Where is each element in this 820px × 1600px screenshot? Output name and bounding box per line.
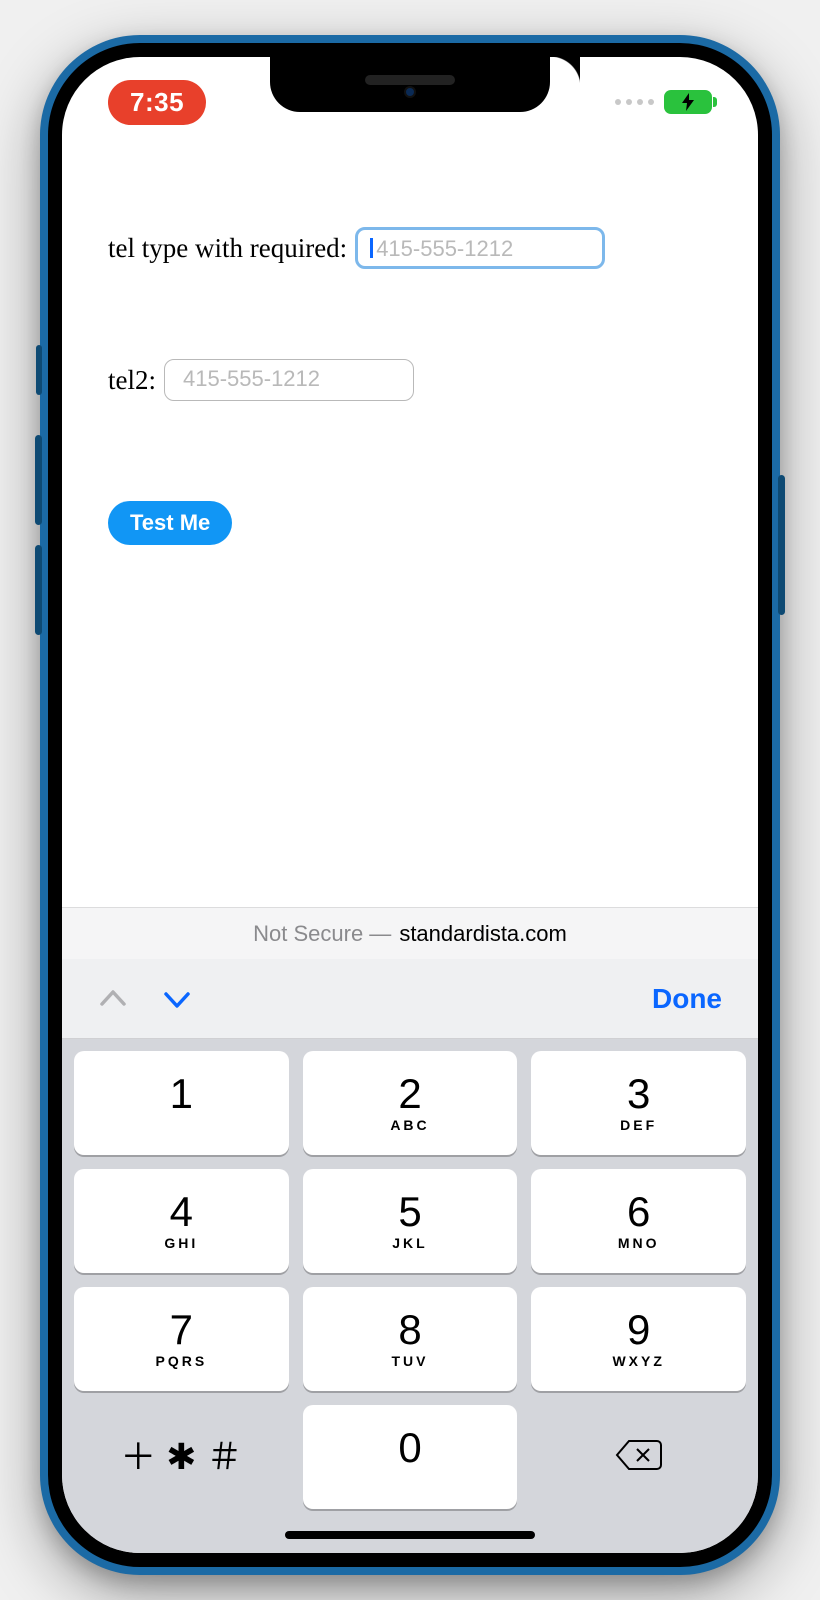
next-field-button[interactable] [162,984,192,1014]
key-0[interactable]: 0 [303,1405,518,1509]
key-7[interactable]: 7 PQRS [74,1287,289,1391]
key-8[interactable]: 8 TUV [303,1287,518,1391]
tel2-label: tel2: [108,365,156,396]
security-status: Not Secure — [253,921,391,947]
test-me-button[interactable]: Test Me [108,501,232,545]
key-symbols[interactable]: ＋ ✱ ＃ [74,1405,289,1509]
key-4[interactable]: 4 GHI [74,1169,289,1273]
keyboard-done-button[interactable]: Done [652,983,722,1015]
key-9[interactable]: 9 WXYZ [531,1287,746,1391]
url-domain: standardista.com [399,921,567,947]
numeric-keypad: 1 2 ABC 3 DEF 4 GHI 5 JKL [62,1039,758,1553]
tel2-input[interactable]: 415-555-1212 [164,359,414,401]
battery-charging-icon [664,90,712,114]
address-bar[interactable]: Not Secure — standardista.com [62,907,758,959]
recording-time-pill[interactable]: 7:35 [108,80,206,125]
cellular-dots-icon [615,99,654,105]
mute-switch[interactable] [36,345,42,395]
prev-field-button [98,984,128,1014]
volume-up-button[interactable] [35,435,42,525]
key-backspace[interactable] [531,1405,746,1509]
key-5[interactable]: 5 JKL [303,1169,518,1273]
power-button[interactable] [778,475,785,615]
tel1-input[interactable]: 415-555-1212 [355,227,605,269]
key-2[interactable]: 2 ABC [303,1051,518,1155]
key-6[interactable]: 6 MNO [531,1169,746,1273]
web-content: tel type with required: 415-555-1212 tel… [62,147,758,545]
key-3[interactable]: 3 DEF [531,1051,746,1155]
backspace-icon [615,1438,663,1477]
keyboard-accessory-bar: Done [62,959,758,1039]
home-indicator[interactable] [285,1531,535,1539]
notch [270,57,550,112]
key-1[interactable]: 1 [74,1051,289,1155]
tel1-label: tel type with required: [108,233,347,264]
tel2-placeholder: 415-555-1212 [183,366,320,391]
tel1-placeholder: 415-555-1212 [376,236,513,261]
volume-down-button[interactable] [35,545,42,635]
phone-frame: 7:35 tel type with required: [40,35,780,1575]
